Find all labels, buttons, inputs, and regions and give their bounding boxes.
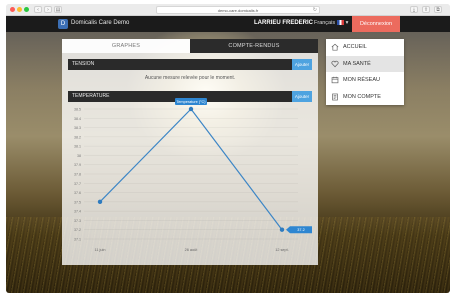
home-icon (331, 43, 339, 51)
y-tick-label: 38.2 (74, 135, 81, 139)
y-tick-label: 37.3 (74, 219, 81, 223)
browser-window: ‹ › ▤ demo-care.domicalis.fr ↻ ⤓ ⇪ ⧉ D D… (6, 4, 450, 293)
download-button[interactable]: ⤓ (410, 6, 418, 13)
y-tick-label: 37.2 (74, 228, 81, 232)
data-point (97, 199, 103, 205)
logout-button[interactable]: Déconnexion (352, 16, 400, 32)
reload-icon[interactable]: ↻ (313, 7, 317, 14)
app-header: D Domicalis Care Demo LARRIEU FREDERIC F… (6, 16, 450, 32)
menu-item-label: ACCUEIL (343, 44, 367, 50)
minimize-window-button[interactable] (17, 7, 22, 12)
y-tick-label: 37.9 (74, 163, 81, 167)
y-tick-label: 38 (77, 154, 81, 158)
menu-item-label: MON COMPTE (343, 93, 381, 100)
network-icon (331, 76, 339, 84)
close-window-button[interactable] (10, 7, 15, 12)
y-tick-label: 38.3 (74, 126, 81, 130)
y-tick-label: 37.5 (74, 200, 81, 204)
series-legend-label: Temperature (°C) (176, 100, 206, 104)
back-button[interactable]: ‹ (34, 6, 42, 13)
browser-toolbar: ‹ › ▤ demo-care.domicalis.fr ↻ ⤓ ⇪ ⧉ (6, 4, 450, 16)
x-tick-label: 12 sept. (275, 248, 289, 252)
language-label: Français (314, 20, 336, 26)
x-tick-label: 26 août (185, 248, 199, 252)
menu-item-ma-sante[interactable]: MA SANTÉ (326, 55, 404, 72)
heart-icon (331, 60, 339, 67)
temperature-chart: 38.5 38.4 38.3 38.2 38.1 38 37.9 37.8 37.7 37.6 37… (74, 98, 312, 252)
menu-item-label: MON RÉSEAU (343, 77, 380, 83)
language-selector[interactable]: Français ▾ (314, 20, 348, 26)
tabs-overview-button[interactable]: ⧉ (434, 6, 442, 13)
y-tick-label: 37.7 (74, 182, 81, 186)
forward-button[interactable]: › (44, 6, 52, 13)
share-button[interactable]: ⇪ (422, 6, 430, 13)
data-point (279, 227, 285, 232)
menu-item-label: MA SANTÉ (343, 60, 371, 67)
y-tick-label: 38.5 (74, 108, 81, 112)
last-value-label: 37.2 (297, 228, 304, 232)
logout-label: Déconnexion (359, 21, 393, 27)
french-flag-icon (337, 20, 345, 25)
y-tick-label: 37.8 (74, 173, 81, 177)
app-logo: D (58, 19, 68, 29)
address-bar[interactable]: demo-care.domicalis.fr ↻ (156, 6, 320, 14)
sidebar-toggle-button[interactable]: ▤ (54, 6, 62, 13)
y-tick-label: 38.4 (74, 117, 81, 121)
y-tick-label: 37.1 (74, 238, 81, 242)
address-bar-url: demo-care.domicalis.fr (217, 8, 259, 13)
menu-item-mon-reseau[interactable]: MON RÉSEAU (326, 72, 404, 89)
data-point (188, 106, 194, 112)
account-icon (332, 93, 338, 100)
user-name: LARRIEU FREDERIC (254, 20, 314, 26)
user-menu: ACCUEIL MA SANTÉ MON RÉSEAU MON COMPTE (326, 39, 404, 105)
menu-item-mon-compte[interactable]: MON COMPTE (326, 89, 404, 106)
x-tick-label: 11 juin (95, 248, 106, 252)
app-title[interactable]: Domicalis Care Demo (71, 20, 129, 26)
menu-item-accueil[interactable]: ACCUEIL (326, 39, 404, 56)
temperature-series-line (99, 108, 283, 231)
maximize-window-button[interactable] (24, 7, 29, 12)
y-tick-label: 38.1 (74, 145, 81, 149)
y-tick-label: 37.4 (74, 210, 81, 214)
chevron-down-icon: ▾ (345, 20, 349, 26)
y-tick-label: 37.6 (74, 191, 81, 195)
health-panel: GRAPHES COMPTE-RENDUS TENSION Ajouter Au… (62, 39, 318, 265)
